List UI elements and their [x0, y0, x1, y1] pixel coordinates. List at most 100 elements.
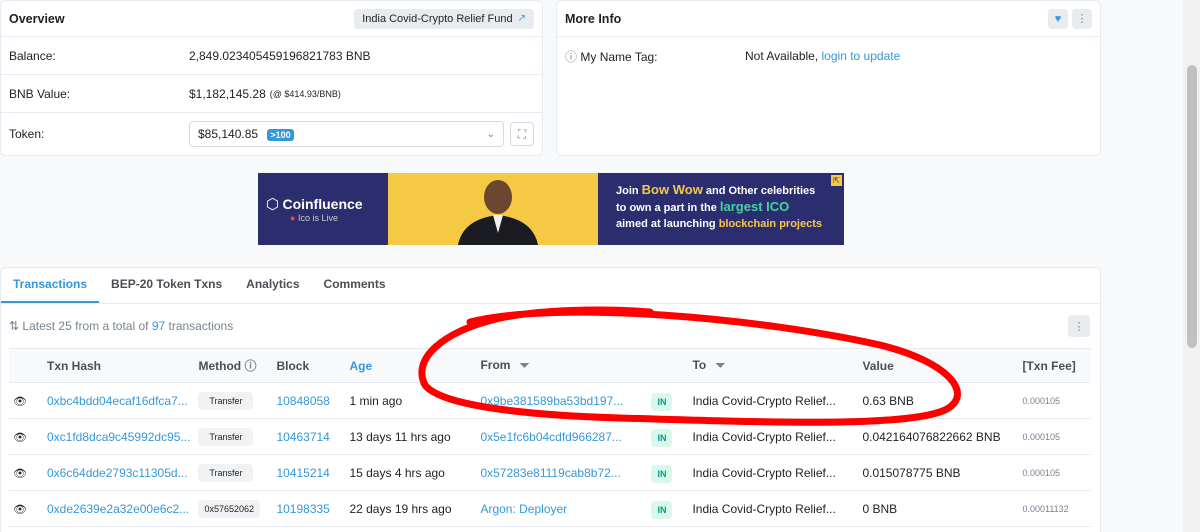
- ad-banner[interactable]: ⬡ Coinfluence ● Ico is Live Join Bow Wow…: [258, 173, 844, 245]
- direction-header: [647, 348, 689, 383]
- bnb-value-label: BNB Value:: [9, 86, 71, 101]
- eye-icon[interactable]: 👁: [13, 395, 27, 408]
- age-header[interactable]: Age: [345, 348, 477, 383]
- eye-icon[interactable]: 👁: [13, 503, 27, 516]
- eye-col-header: [9, 348, 43, 383]
- in-badge: IN: [651, 428, 673, 447]
- method-cell: Transfer: [194, 454, 273, 491]
- help-icon: ⓘ: [565, 49, 578, 64]
- to-header-label: To: [692, 358, 707, 372]
- table-row: 👁 0xc1fd8dca9c45992dc95... Transfer 1046…: [9, 418, 1091, 455]
- method-badge: Transfer: [198, 427, 254, 446]
- txn-hash-link[interactable]: 0xde2639e2a32e00e6c2...: [43, 490, 195, 527]
- method-cell: Transfer: [194, 418, 273, 455]
- ad-text-panel: Join Bow Wow and Other celebrities to ow…: [598, 173, 844, 245]
- tab-transactions[interactable]: Transactions: [1, 277, 100, 303]
- ad-close-icon[interactable]: ⇱: [831, 175, 842, 186]
- page-scrollbar[interactable]: [1183, 0, 1200, 532]
- method-cell: Transfer: [194, 382, 273, 419]
- tab-analytics[interactable]: Analytics: [234, 277, 311, 303]
- method-badge: 0x57652062: [198, 499, 261, 518]
- sort-icon: ⇅: [9, 319, 20, 333]
- direction-cell: IN: [647, 418, 689, 455]
- direction-cell: IN: [647, 490, 689, 527]
- value-cell: 0.042164076822662 BNB: [858, 418, 1019, 455]
- token-select-content: $85,140.85 >100: [198, 127, 294, 141]
- from-address-link[interactable]: 0x5e1fc6b04cdfd966287...: [476, 418, 648, 455]
- block-link[interactable]: 10415214: [272, 454, 346, 491]
- ad-line-2: to own a part in the largest ICO: [616, 199, 836, 216]
- age-cell: 13 days 11 hrs ago: [345, 418, 477, 455]
- ad-line-1c: and Other celebrities: [702, 185, 816, 197]
- ad-brand-sub-text: Ico is Live: [297, 213, 338, 223]
- value-cell: 0 BNB: [858, 490, 1019, 527]
- balance-value: 2,849.023405459196821783 BNB: [189, 48, 371, 63]
- summary-count-link[interactable]: 97: [152, 319, 165, 333]
- fee-header[interactable]: [Txn Fee]: [1018, 348, 1091, 383]
- login-to-update-link[interactable]: login to update: [822, 49, 901, 63]
- row-eye-cell: 👁: [9, 454, 43, 491]
- row-eye-cell: 👁: [9, 382, 43, 419]
- ad-left-panel: ⬡ Coinfluence ● Ico is Live: [258, 173, 598, 245]
- to-cell: India Covid-Crypto Relief...: [688, 490, 859, 527]
- table-header-row: Txn Hash Method ⓘ Block Age From ⏷ To ⏷ …: [9, 348, 1091, 383]
- in-badge: IN: [651, 464, 673, 483]
- expand-icon[interactable]: ⛶: [510, 122, 534, 146]
- filter-icon[interactable]: ⏷: [520, 358, 530, 372]
- table-row: 👁 0xbc4bdd04ecaf16dfca7... Transfer 1084…: [9, 382, 1091, 419]
- age-cell: 15 days 4 hrs ago: [345, 454, 477, 491]
- ad-line-2b: largest ICO: [719, 199, 790, 214]
- summary-text: ⇅ Latest 25 from a total of 97 transacti…: [9, 319, 233, 333]
- to-cell: India Covid-Crypto Relief...: [688, 454, 859, 491]
- ad-person-image: [458, 180, 538, 245]
- transactions-table: Txn Hash Method ⓘ Block Age From ⏷ To ⏷ …: [9, 348, 1091, 527]
- tab-comments[interactable]: Comments: [312, 277, 398, 303]
- heart-icon[interactable]: ♥: [1048, 8, 1068, 29]
- tab-bep20-token-txns[interactable]: BEP-20 Token Txns: [99, 277, 234, 303]
- method-badge: Transfer: [198, 463, 254, 482]
- direction-cell: IN: [647, 454, 689, 491]
- chevron-down-icon: ⌄: [486, 128, 495, 140]
- txn-hash-link[interactable]: 0xbc4bdd04ecaf16dfca7...: [43, 382, 195, 419]
- table-row: 👁 0xde2639e2a32e00e6c2... 0x57652062 101…: [9, 490, 1091, 527]
- value-cell: 0.63 BNB: [858, 382, 1019, 419]
- token-row: Token: $85,140.85 >100 ⌄ ⛶: [1, 113, 542, 155]
- to-header: To ⏷: [688, 348, 859, 383]
- txn-hash-link[interactable]: 0x6c64dde2793c11305d...: [43, 454, 195, 491]
- from-address-link[interactable]: Argon: Deployer: [476, 490, 648, 527]
- more-info-card: More Info ♥ ⋮ ⓘ My Name Tag: Not Availab…: [556, 0, 1101, 156]
- fund-tag-badge[interactable]: India Covid-Crypto Relief Fund ↗: [354, 8, 534, 29]
- method-header-label: Method: [198, 359, 242, 373]
- eye-icon[interactable]: 👁: [13, 431, 27, 444]
- txn-hash-link[interactable]: 0xc1fd8dca9c45992dc95...: [43, 418, 195, 455]
- age-cell: 1 min ago: [345, 382, 477, 419]
- fee-cell: 0.000105: [1018, 382, 1091, 419]
- overview-card: Overview India Covid-Crypto Relief Fund …: [0, 0, 543, 156]
- age-header-label[interactable]: Age: [349, 359, 372, 373]
- token-dropdown[interactable]: $85,140.85 >100 ⌄: [189, 121, 504, 147]
- more-options-icon[interactable]: ⋮: [1068, 315, 1090, 337]
- name-tag-label: My Name Tag:: [580, 49, 658, 64]
- ad-brand-sub: ● Ico is Live: [290, 213, 338, 223]
- from-address-link[interactable]: 0x57283e81119cab8b72...: [476, 454, 648, 491]
- filter-icon[interactable]: ⏷: [716, 358, 726, 372]
- from-address-link[interactable]: 0x9be381589ba53bd197...: [476, 382, 648, 419]
- row-eye-cell: 👁: [9, 490, 43, 527]
- block-link[interactable]: 10463714: [272, 418, 346, 455]
- name-tag-value: Not Available,: [745, 49, 819, 63]
- bnb-rate: (@ $414.93/BNB): [269, 88, 341, 99]
- ad-brand-name: Coinfluence: [282, 196, 363, 212]
- token-value: $85,140.85: [198, 127, 259, 141]
- coinfluence-logo-icon: ⬡: [266, 196, 280, 213]
- more-options-icon[interactable]: ⋮: [1072, 8, 1092, 29]
- block-link[interactable]: 10198335: [272, 490, 346, 527]
- eye-icon[interactable]: 👁: [13, 467, 27, 480]
- value-header: Value: [858, 348, 1019, 383]
- name-tag-row: ⓘ My Name Tag: Not Available, login to u…: [557, 37, 1100, 75]
- balance-label: Balance:: [9, 48, 56, 63]
- block-link[interactable]: 10848058: [272, 382, 346, 419]
- fee-cell: 0.000105: [1018, 418, 1091, 455]
- ad-line-1b: Bow Wow: [641, 182, 703, 197]
- scrollbar-thumb[interactable]: [1187, 65, 1197, 348]
- direction-cell: IN: [647, 382, 689, 419]
